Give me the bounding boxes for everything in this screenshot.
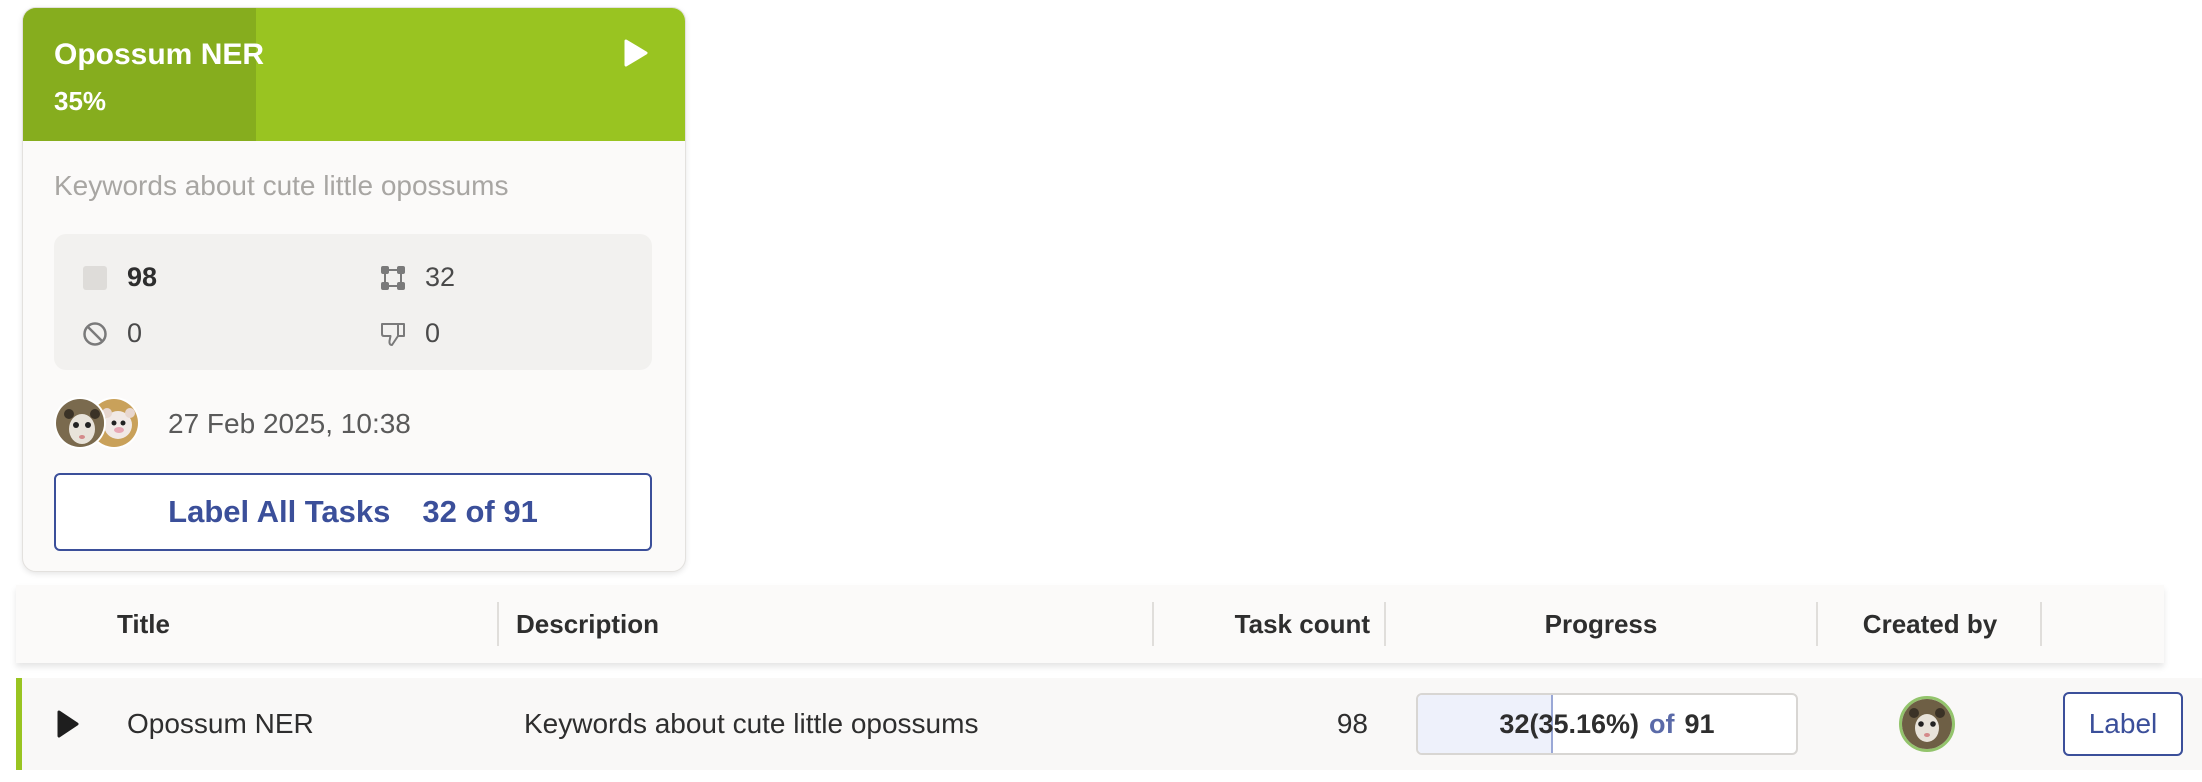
- thumbs-down-icon: [379, 320, 407, 348]
- row-title: Opossum NER: [127, 708, 314, 739]
- progress-of: of: [1649, 708, 1675, 739]
- row-progress: 32 (35.16%) of 91: [1416, 693, 1798, 755]
- play-icon[interactable]: [621, 38, 651, 68]
- label-button[interactable]: Label: [2063, 692, 2183, 756]
- stat-annotated-value: 32: [425, 262, 456, 292]
- stat-tasks: 98: [81, 262, 157, 293]
- card-stats: 98 32 0 0: [54, 234, 652, 370]
- label-all-tasks-count: 32 of 91: [422, 494, 538, 529]
- column-divider[interactable]: [497, 602, 499, 646]
- stat-skipped: 0: [81, 318, 142, 349]
- stat-tasks-value: 98: [127, 262, 158, 292]
- card-title: Opossum NER: [54, 38, 265, 71]
- column-header-description[interactable]: Description: [516, 585, 659, 663]
- play-icon[interactable]: [48, 678, 88, 770]
- annotation-region-icon: [379, 264, 407, 292]
- column-divider[interactable]: [2040, 602, 2042, 646]
- card-avatars: [54, 397, 144, 451]
- card-description: Keywords about cute little opossums: [54, 170, 509, 201]
- row-task-count: 98: [1336, 708, 1368, 739]
- progress-done: 32: [1499, 708, 1530, 739]
- card-progress-fill: [23, 8, 256, 141]
- stat-skipped-value: 0: [127, 318, 143, 348]
- avatar: [54, 397, 106, 449]
- label-all-tasks-label: Label All Tasks: [168, 494, 391, 529]
- stat-rejected: 0: [379, 318, 440, 349]
- card-percent: 35%: [54, 86, 107, 116]
- task-square-icon: [81, 264, 109, 292]
- stat-annotated: 32: [379, 262, 455, 293]
- column-header-progress[interactable]: Progress: [1386, 585, 1816, 663]
- project-card[interactable]: Opossum NER 35% Keywords about cute litt…: [22, 7, 686, 572]
- column-header-task-count[interactable]: Task count: [1166, 585, 1370, 663]
- card-created-date: 27 Feb 2025, 10:38: [168, 408, 411, 439]
- column-header-title[interactable]: Title: [117, 585, 170, 663]
- stat-rejected-value: 0: [425, 318, 441, 348]
- row-progress-text: 32 (35.16%) of 91: [1418, 695, 1796, 753]
- progress-total: 91: [1684, 708, 1715, 739]
- row-description: Keywords about cute little opossums: [524, 708, 979, 739]
- skip-icon: [81, 320, 109, 348]
- column-divider[interactable]: [1152, 602, 1154, 646]
- table-header: Title Description Task count Progress Cr…: [16, 585, 2164, 663]
- table-row[interactable]: Opossum NER Keywords about cute little o…: [16, 678, 2202, 770]
- column-header-created-by[interactable]: Created by: [1818, 585, 2042, 663]
- avatar: [1899, 696, 1955, 752]
- label-all-tasks-button[interactable]: Label All Tasks 32 of 91: [54, 473, 652, 551]
- card-header[interactable]: Opossum NER 35%: [23, 8, 685, 141]
- progress-percent: (35.16%): [1529, 708, 1640, 739]
